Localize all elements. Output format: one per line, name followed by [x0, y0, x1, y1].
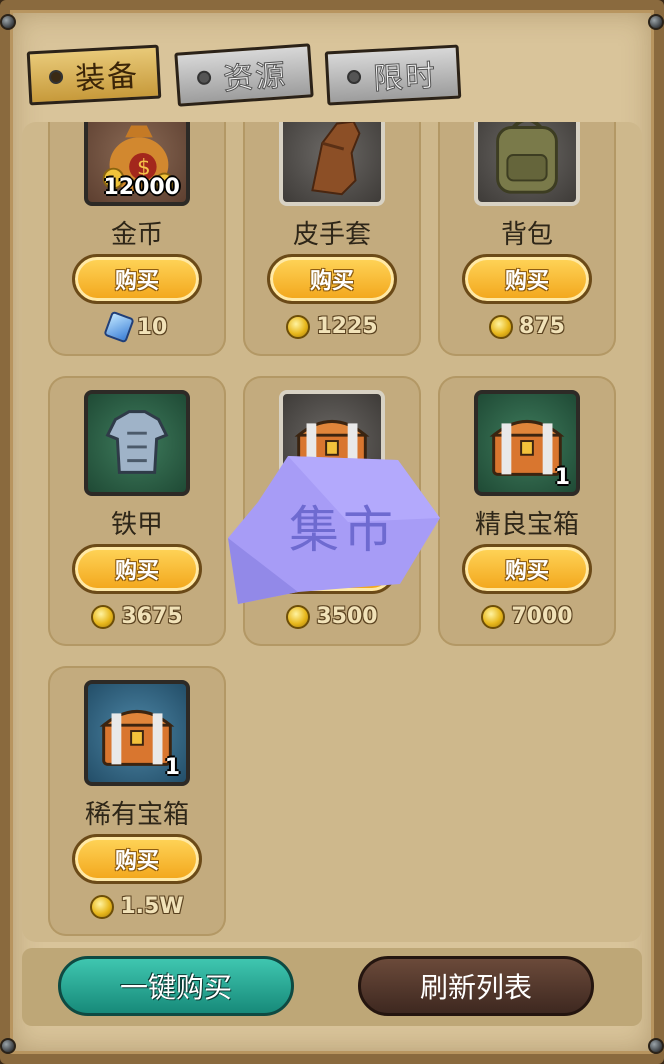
market-badge-text: 集市: [289, 501, 397, 559]
treasure-chest-icon: 1: [474, 390, 580, 496]
tab-resources[interactable]: 资源: [174, 43, 314, 107]
item-price: 10: [48, 310, 226, 344]
bolt-icon: [0, 14, 16, 30]
shop-item-card: $ 12000 金币 购买 10: [48, 122, 226, 356]
tab-dot-icon: [48, 69, 64, 85]
item-price: 3675: [48, 604, 226, 629]
buy-all-button[interactable]: 一键购买: [58, 956, 294, 1016]
bolt-icon: [0, 1038, 16, 1054]
market-badge: 集市: [228, 452, 442, 608]
item-name: 背包: [500, 220, 553, 250]
gem-icon: [102, 310, 135, 344]
tab-label: 限时: [372, 58, 439, 98]
item-name: 皮手套: [292, 220, 371, 250]
shop-item-card: 1 精良宝箱 购买 7000: [438, 376, 616, 646]
tab-dot-icon: [196, 70, 212, 86]
item-price: 875: [438, 314, 616, 339]
buy-button[interactable]: 购买: [267, 254, 397, 304]
item-quantity: 12000: [103, 175, 180, 200]
coin-icon: [481, 604, 506, 629]
tab-dot-icon: [346, 69, 362, 85]
item-name: 精良宝箱: [474, 510, 579, 540]
coin-icon: [286, 314, 311, 339]
buy-button[interactable]: 购买: [462, 254, 592, 304]
buy-button[interactable]: 购买: [72, 544, 202, 594]
shop-item-card: 背包 购买 875: [438, 122, 616, 356]
money-bag-icon: $ 12000: [84, 122, 190, 206]
coin-icon: [91, 604, 116, 629]
item-name: 铁甲: [110, 510, 163, 540]
coin-icon: [90, 894, 115, 919]
refresh-list-button[interactable]: 刷新列表: [358, 956, 594, 1016]
buy-button[interactable]: 购买: [72, 254, 202, 304]
price-value: 3675: [121, 604, 183, 629]
tab-label: 资源: [222, 58, 289, 98]
leather-glove-icon: [279, 122, 385, 206]
price-value: 1225: [316, 314, 378, 339]
tab-label: 装备: [74, 58, 141, 97]
bolt-icon: [648, 14, 664, 30]
tab-equipment[interactable]: 装备: [26, 44, 162, 106]
price-value: 875: [519, 314, 565, 339]
tab-limited[interactable]: 限时: [324, 44, 462, 106]
buy-button[interactable]: 购买: [72, 834, 202, 884]
item-price: 7000: [438, 604, 616, 629]
price-value: 7000: [511, 604, 573, 629]
price-value: 1.5W: [120, 894, 184, 919]
coin-icon: [489, 314, 514, 339]
iron-armor-icon: [84, 390, 190, 496]
coin-icon: [286, 604, 311, 629]
buy-button[interactable]: 购买: [462, 544, 592, 594]
backpack-icon: [474, 122, 580, 206]
item-name: 稀有宝箱: [84, 800, 189, 830]
item-quantity: 1: [164, 755, 180, 780]
item-quantity: 1: [554, 465, 570, 490]
bolt-icon: [648, 1038, 664, 1054]
shop-item-card: 铁甲 购买 3675: [48, 376, 226, 646]
item-price: 1225: [243, 314, 421, 339]
price-value: 10: [136, 314, 168, 340]
item-name: 金币: [110, 220, 163, 250]
item-price: 1.5W: [48, 894, 226, 919]
shop-item-card: 皮手套 购买 1225: [243, 122, 421, 356]
treasure-chest-icon: 1: [84, 680, 190, 786]
shop-item-card: 1 稀有宝箱 购买 1.5W: [48, 666, 226, 936]
